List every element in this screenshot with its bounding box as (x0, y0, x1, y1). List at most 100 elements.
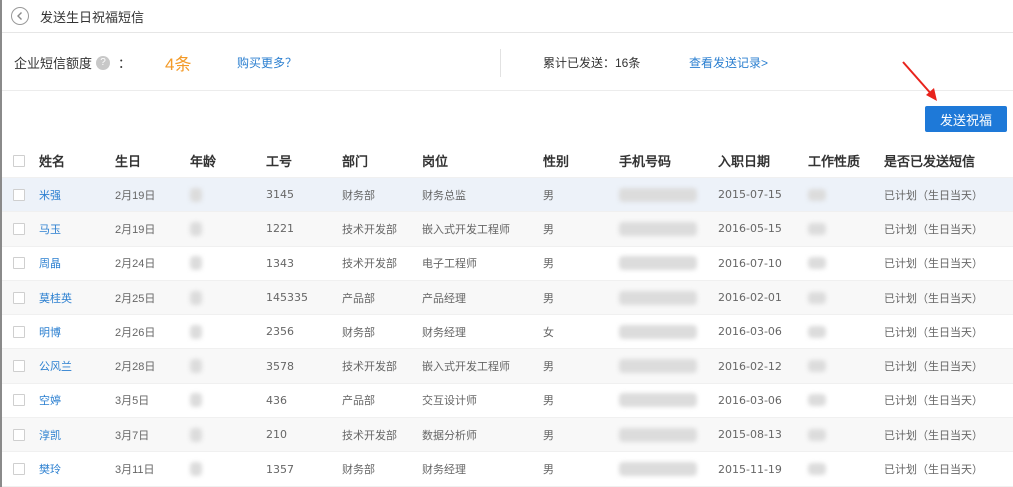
cell-name[interactable]: 公风兰 (39, 349, 72, 382)
cell-work-type-redacted (808, 247, 826, 280)
red-arrow-icon (902, 61, 937, 101)
send-wishes-button[interactable]: 发送祝福 (925, 106, 1007, 132)
cell-dept: 产品部 (342, 395, 375, 408)
cell-hire-date: 2016-03-06 (718, 325, 782, 339)
row-checkbox[interactable] (13, 360, 25, 373)
cell-position: 产品经理 (422, 292, 466, 305)
quota-label-group: 企业短信额度 ? ： (14, 53, 131, 72)
cell-age-redacted (190, 452, 202, 485)
cell-name[interactable]: 米强 (39, 178, 61, 211)
cell-sms-status: 已计划（生日当天） (884, 395, 983, 408)
row-checkbox[interactable] (13, 463, 25, 476)
cell-age-redacted (190, 384, 202, 417)
cell-name[interactable]: 樊玲 (39, 452, 61, 485)
cell-id: 2356 (266, 325, 294, 339)
cell-age-redacted (190, 178, 202, 211)
cell-age-redacted (190, 418, 202, 451)
table-row: 公风兰 2月28日 3578 技术开发部 嵌入式开发工程师 男 2016-02-12 已计划（… (2, 349, 1013, 384)
divider (500, 49, 501, 77)
cell-phone-redacted (619, 247, 697, 280)
chevron-left-icon (17, 12, 22, 20)
cell-hire-date: 2015-11-19 (718, 462, 782, 476)
col-header-sex: 性别 (543, 154, 570, 169)
sent-total: 累计已发送：16条 (543, 56, 641, 70)
cell-birthday: 2月25日 (115, 292, 156, 305)
cell-position: 财务经理 (422, 326, 466, 339)
view-history-link[interactable]: 查看发送记录> (689, 54, 768, 71)
table-row: 周晶 2月24日 1343 技术开发部 电子工程师 男 2016-07-10 已计划（生日当天… (2, 247, 1013, 281)
cell-sex: 男 (543, 464, 554, 477)
help-icon[interactable]: ? (96, 55, 111, 70)
cell-sms-status: 已计划（生日当天） (884, 361, 983, 374)
back-button[interactable] (11, 7, 29, 25)
cell-name[interactable]: 马玉 (39, 212, 61, 245)
cell-name[interactable]: 周晶 (39, 247, 61, 280)
buy-more-link[interactable]: 购买更多？ (237, 54, 297, 71)
cell-id: 145335 (266, 291, 308, 305)
table-row: 淳凯 3月7日 210 技术开发部 数据分析师 男 2015-08-13 已计划（生日当天） (2, 418, 1013, 453)
cell-work-type-redacted (808, 315, 826, 348)
cell-hire-date: 2016-03-06 (718, 393, 782, 407)
row-checkbox[interactable] (13, 428, 25, 441)
col-header-name: 姓名 (39, 154, 66, 169)
cell-work-type-redacted (808, 281, 826, 314)
cell-hire-date: 2016-05-15 (718, 222, 782, 236)
cell-dept: 产品部 (342, 292, 375, 305)
cell-dept: 技术开发部 (342, 429, 397, 442)
table-header-row: 姓名 生日 年龄 工号 部门 岗位 性别 手机号码 入职日期 工作性质 是否已发… (2, 144, 1013, 178)
table-body: 米强 2月19日 3145 财务部 财务总监男 2015-07-15 已计划（生日当天） 马玉… (2, 178, 1013, 487)
cell-hire-date: 2015-07-15 (718, 188, 782, 202)
cell-work-type-redacted (808, 452, 826, 485)
row-checkbox[interactable] (13, 291, 25, 304)
row-checkbox[interactable] (13, 188, 25, 201)
cell-work-type-redacted (808, 178, 826, 211)
col-header-phone: 手机号码 (619, 154, 672, 169)
cell-name[interactable]: 明博 (39, 315, 61, 348)
cell-dept: 财务部 (342, 464, 375, 477)
cell-sex: 男 (543, 292, 554, 305)
table-row: 莫桂英 2月25日 145335 产品部 产品经理 男 2016-02-01 已计划（生日当天… (2, 280, 1013, 316)
col-header-position: 岗位 (422, 154, 449, 169)
cell-id: 210 (266, 428, 287, 442)
cell-sms-status: 已计划（生日当天） (884, 189, 983, 202)
cell-work-type-redacted (808, 212, 826, 245)
col-header-id: 工号 (266, 154, 293, 169)
table-row: 马玉 2月19日 1221 技术开发部 嵌入式开发工程师 男 2016-05-15 已计划（生… (2, 212, 1013, 247)
cell-age-redacted (190, 349, 202, 382)
cell-position: 电子工程师 (422, 258, 477, 271)
row-checkbox[interactable] (13, 222, 25, 235)
cell-id: 1357 (266, 462, 294, 476)
cell-dept: 技术开发部 (342, 258, 397, 271)
cell-sex: 男 (543, 429, 554, 442)
cell-work-type-redacted (808, 349, 826, 382)
cell-hire-date: 2016-02-01 (718, 291, 782, 305)
cell-sms-status: 已计划（生日当天） (884, 326, 983, 339)
cell-work-type-redacted (808, 418, 826, 451)
cell-name[interactable]: 淳凯 (39, 418, 61, 451)
cell-name[interactable]: 莫桂英 (39, 281, 72, 314)
row-checkbox[interactable] (13, 257, 25, 270)
cell-work-type-redacted (808, 384, 826, 417)
cell-birthday: 2月28日 (115, 361, 156, 374)
cell-position: 嵌入式开发工程师 (422, 361, 510, 374)
cell-name[interactable]: 空婷 (39, 384, 61, 417)
col-header-birthday: 生日 (115, 154, 142, 169)
cell-position: 交互设计师 (422, 395, 477, 408)
cell-age-redacted (190, 247, 202, 280)
row-checkbox[interactable] (13, 394, 25, 407)
cell-sex: 男 (543, 361, 554, 374)
cell-sex: 男 (543, 223, 554, 236)
row-checkbox[interactable] (13, 325, 25, 338)
cell-id: 3578 (266, 359, 294, 373)
cell-sex: 女 (543, 326, 554, 339)
quota-label: 企业短信额度 (14, 56, 93, 71)
cell-hire-date: 2015-08-13 (718, 428, 782, 442)
cell-id: 1343 (266, 256, 294, 270)
table-row: 樊玲 3月11日 1357 财务部 财务经理 男 2015-11-19 已计划（生日当天） (2, 452, 1013, 487)
cell-phone-redacted (619, 281, 697, 314)
cell-phone-redacted (619, 212, 697, 245)
cell-sex: 男 (543, 258, 554, 271)
quota-count: 4条 (165, 55, 192, 74)
quota-colon: ： (118, 56, 132, 71)
select-all-checkbox[interactable] (13, 154, 25, 167)
